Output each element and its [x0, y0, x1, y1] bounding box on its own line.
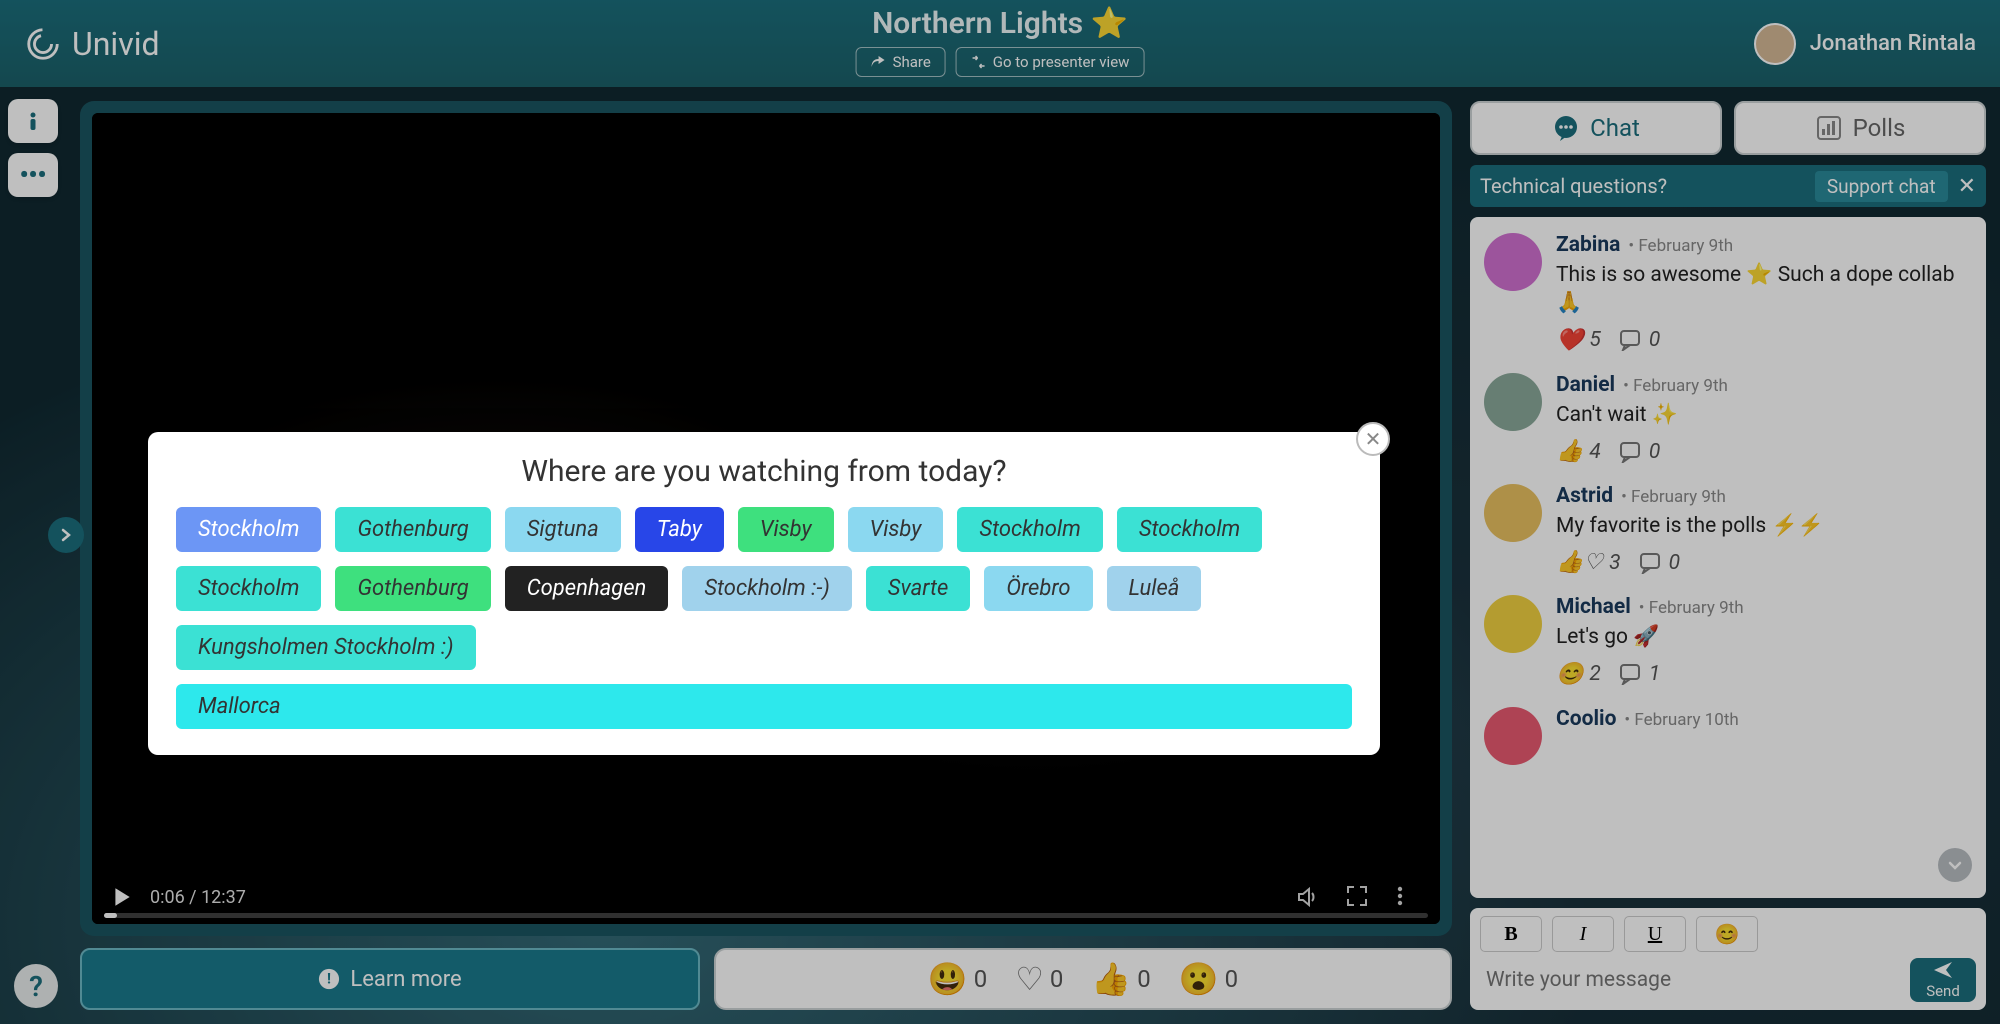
poll-answer-chip[interactable]: Stockholm [176, 566, 321, 611]
poll-answer-chip[interactable]: Copenhagen [505, 566, 669, 611]
poll-answer-chip[interactable]: Taby [635, 507, 724, 552]
poll-answer-chip[interactable]: Gothenburg [335, 566, 490, 611]
poll-answer-chip[interactable]: Visby [848, 507, 944, 552]
poll-answer-chip[interactable]: Stockholm [1117, 507, 1262, 552]
poll-answer-chip[interactable]: Visby [738, 507, 834, 552]
poll-answer-chip[interactable]: Gothenburg [335, 507, 490, 552]
poll-answer-chip[interactable]: Stockholm [176, 507, 321, 552]
poll-answer-chip[interactable]: Örebro [984, 566, 1092, 611]
poll-answer-chip[interactable]: Luleå [1107, 566, 1202, 611]
poll-answer-chip[interactable]: Stockholm :-) [682, 566, 851, 611]
poll-answer-chip[interactable]: Svarte [866, 566, 971, 611]
poll-answer-chip[interactable]: Sigtuna [505, 507, 621, 552]
poll-answer-chip[interactable]: Kungsholmen Stockholm :) [176, 625, 476, 670]
modal-close-button[interactable]: ✕ [1356, 422, 1390, 456]
poll-modal: ✕ Where are you watching from today? Sto… [148, 432, 1380, 755]
poll-answer-chip[interactable]: Mallorca [176, 684, 1352, 729]
poll-answer-chip[interactable]: Stockholm [957, 507, 1102, 552]
modal-title: Where are you watching from today? [176, 454, 1352, 489]
